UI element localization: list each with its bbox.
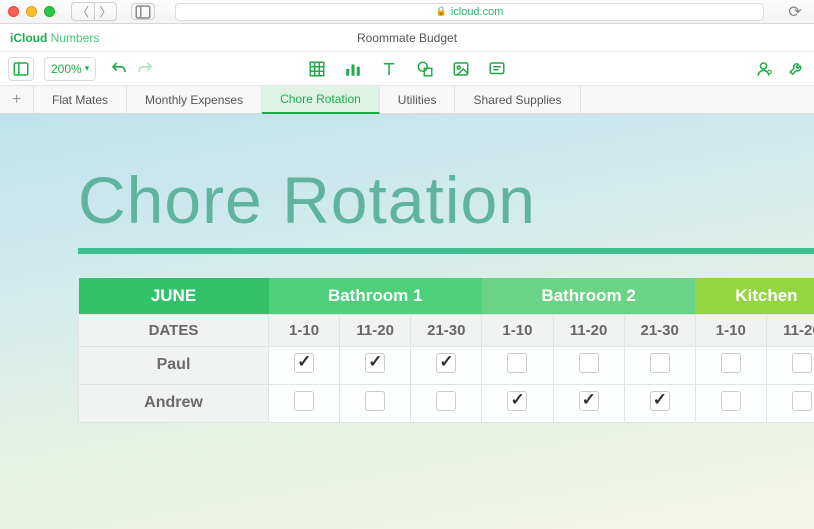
person-name: Paul bbox=[79, 346, 269, 384]
toolbar: 200%▾ bbox=[0, 52, 814, 86]
close-window-button[interactable] bbox=[8, 6, 19, 17]
chore-cell[interactable] bbox=[269, 384, 340, 422]
checkbox-icon[interactable] bbox=[579, 391, 599, 411]
checkbox-icon[interactable] bbox=[436, 353, 456, 373]
insert-chart-button[interactable] bbox=[344, 60, 362, 78]
chore-cell[interactable] bbox=[482, 384, 553, 422]
date-range-header: 1-10 bbox=[482, 314, 553, 346]
person-name: Andrew bbox=[79, 384, 269, 422]
date-range-header: 11-20 bbox=[340, 314, 411, 346]
url-host: icloud.com bbox=[451, 6, 504, 18]
sheet-tab[interactable]: Flat Mates bbox=[34, 86, 127, 113]
month-header: JUNE bbox=[79, 278, 269, 314]
checkbox-icon[interactable] bbox=[792, 353, 812, 373]
person-row: Paul bbox=[79, 346, 814, 384]
checkbox-icon[interactable] bbox=[721, 391, 741, 411]
checkbox-icon[interactable] bbox=[294, 353, 314, 373]
checkbox-icon[interactable] bbox=[436, 391, 456, 411]
sheet-tab[interactable]: Shared Supplies bbox=[455, 86, 580, 113]
date-range-header: 21-30 bbox=[624, 314, 695, 346]
date-range-header: 1-10 bbox=[269, 314, 340, 346]
checkbox-icon[interactable] bbox=[294, 391, 314, 411]
insert-tools bbox=[308, 60, 506, 78]
chore-cell[interactable] bbox=[624, 346, 695, 384]
zoom-window-button[interactable] bbox=[44, 6, 55, 17]
chore-cell[interactable] bbox=[340, 384, 411, 422]
sheet-tab[interactable]: Utilities bbox=[380, 86, 456, 113]
chore-cell[interactable] bbox=[482, 346, 553, 384]
date-range-header: 1-10 bbox=[695, 314, 766, 346]
chore-cell[interactable] bbox=[695, 384, 766, 422]
chore-cell[interactable] bbox=[624, 384, 695, 422]
reload-button[interactable]: ⟳ bbox=[784, 3, 806, 20]
chore-cell[interactable] bbox=[695, 346, 766, 384]
chore-cell[interactable] bbox=[766, 346, 814, 384]
dates-label: DATES bbox=[79, 314, 269, 346]
chore-cell[interactable] bbox=[766, 384, 814, 422]
tools-menu-button[interactable] bbox=[788, 60, 806, 78]
undo-button[interactable] bbox=[110, 60, 128, 78]
checkbox-icon[interactable] bbox=[792, 391, 812, 411]
chore-cell[interactable] bbox=[340, 346, 411, 384]
chevron-down-icon: ▾ bbox=[85, 63, 90, 74]
chore-cell[interactable] bbox=[411, 346, 482, 384]
checkbox-icon[interactable] bbox=[650, 353, 670, 373]
window-titlebar: 〈 〉 🔒 icloud.com ⟳ bbox=[0, 0, 814, 24]
collaborate-button[interactable] bbox=[756, 60, 774, 78]
add-sheet-button[interactable]: + bbox=[0, 86, 34, 113]
chore-table: JUNEBathroom 1Bathroom 2Kitchen DATES1-1… bbox=[78, 278, 814, 423]
title-underline bbox=[78, 248, 814, 254]
checkbox-icon[interactable] bbox=[579, 353, 599, 373]
person-row: Andrew bbox=[79, 384, 814, 422]
minimize-window-button[interactable] bbox=[26, 6, 37, 17]
nav-back-forward: 〈 〉 bbox=[71, 2, 117, 21]
insert-comment-button[interactable] bbox=[488, 60, 506, 78]
insert-image-button[interactable] bbox=[452, 60, 470, 78]
checkbox-icon[interactable] bbox=[365, 353, 385, 373]
group-header: Bathroom 1 bbox=[269, 278, 482, 314]
panel-toggle-button[interactable] bbox=[8, 57, 34, 81]
checkbox-icon[interactable] bbox=[650, 391, 670, 411]
document-header: iCloud Numbers Roommate Budget bbox=[0, 24, 814, 52]
group-header: Kitchen bbox=[695, 278, 814, 314]
back-button[interactable]: 〈 bbox=[72, 3, 94, 20]
sidebar-toggle-button[interactable] bbox=[131, 3, 155, 20]
insert-text-button[interactable] bbox=[380, 60, 398, 78]
redo-button[interactable] bbox=[136, 60, 154, 78]
insert-table-button[interactable] bbox=[308, 60, 326, 78]
sheet-tab[interactable]: Monthly Expenses bbox=[127, 86, 262, 113]
zoom-select[interactable]: 200%▾ bbox=[44, 57, 96, 81]
chore-cell[interactable] bbox=[553, 346, 624, 384]
date-range-header: 21-30 bbox=[411, 314, 482, 346]
chore-cell[interactable] bbox=[553, 384, 624, 422]
chore-cell[interactable] bbox=[269, 346, 340, 384]
forward-button[interactable]: 〉 bbox=[94, 3, 116, 20]
checkbox-icon[interactable] bbox=[721, 353, 741, 373]
date-range-header: 11-20 bbox=[766, 314, 814, 346]
sheet-tabs: + Flat MatesMonthly ExpensesChore Rotati… bbox=[0, 86, 814, 114]
lock-icon: 🔒 bbox=[436, 6, 447, 17]
group-header: Bathroom 2 bbox=[482, 278, 695, 314]
insert-shape-button[interactable] bbox=[416, 60, 434, 78]
sheet-tab[interactable]: Chore Rotation bbox=[262, 86, 380, 114]
document-title: Roommate Budget bbox=[0, 31, 814, 45]
sheet-title: Chore Rotation bbox=[78, 162, 814, 238]
checkbox-icon[interactable] bbox=[365, 391, 385, 411]
address-bar[interactable]: 🔒 icloud.com bbox=[175, 3, 764, 21]
checkbox-icon[interactable] bbox=[507, 391, 527, 411]
spreadsheet-canvas[interactable]: Chore Rotation JUNEBathroom 1Bathroom 2K… bbox=[0, 114, 814, 529]
checkbox-icon[interactable] bbox=[507, 353, 527, 373]
app-brand[interactable]: iCloud Numbers bbox=[0, 31, 99, 45]
window-controls bbox=[8, 6, 55, 17]
chore-cell[interactable] bbox=[411, 384, 482, 422]
date-range-header: 11-20 bbox=[553, 314, 624, 346]
